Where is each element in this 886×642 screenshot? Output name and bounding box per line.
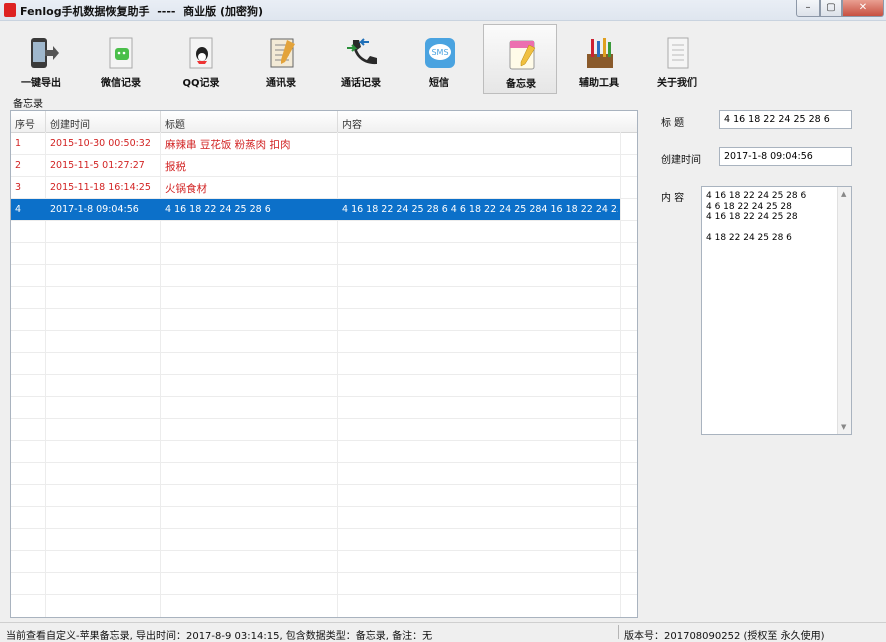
edition-label: 商业版 (加密狗) bbox=[183, 5, 264, 18]
row-created: 2015-11-18 16:14:25 bbox=[50, 182, 151, 193]
detail-created-label: 创建时间 bbox=[661, 155, 701, 166]
row-created: 2017-1-8 09:04:56 bbox=[50, 204, 139, 215]
tool-sms[interactable]: SMS 短信 bbox=[402, 24, 476, 94]
row-index: 2 bbox=[15, 160, 22, 171]
column-header-created[interactable]: 创建时间 bbox=[50, 116, 90, 131]
tool-wechat-label: 微信记录 bbox=[101, 78, 141, 89]
document-icon bbox=[667, 37, 689, 69]
tool-export-label: 一键导出 bbox=[21, 78, 61, 89]
table-row[interactable]: 2 2015-11-5 01:27:27 报税 bbox=[11, 155, 620, 176]
tool-about[interactable]: 关于我们 bbox=[640, 24, 714, 94]
tool-notes-label: 备忘录 bbox=[506, 79, 536, 90]
row-content: 4 16 18 22 24 25 28 6 4 6 18 22 24 25 28… bbox=[342, 204, 618, 215]
qq-file-icon bbox=[189, 37, 213, 69]
table-row[interactable]: 1 2015-10-30 00:50:32 麻辣串 豆花饭 粉蒸肉 扣肉 bbox=[11, 133, 620, 154]
app-name: Fenlog手机数据恢复助手 bbox=[20, 5, 150, 18]
detail-content-field[interactable]: 4 16 18 22 24 25 28 6 4 6 18 22 24 25 28… bbox=[701, 186, 852, 435]
detail-title-label: 标 题 bbox=[661, 118, 685, 129]
tool-contacts[interactable]: 通讯录 bbox=[244, 24, 318, 94]
table-row-selected[interactable]: 4 2017-1-8 09:04:56 4 16 18 22 24 25 28 … bbox=[11, 199, 620, 220]
tools-icon bbox=[587, 38, 613, 68]
tool-qq-label: QQ记录 bbox=[182, 78, 220, 89]
row-index: 4 bbox=[15, 204, 22, 215]
status-bar: 当前查看自定义-苹果备忘录, 导出时间：2017-8-9 03:14:15, 包… bbox=[0, 622, 886, 642]
detail-created-field[interactable]: 2017-1-8 09:04:56 bbox=[719, 147, 852, 166]
maximize-button[interactable]: ▢ bbox=[820, 0, 842, 17]
tool-sms-label: 短信 bbox=[429, 78, 449, 89]
minimize-button[interactable]: – bbox=[796, 0, 820, 17]
tool-about-label: 关于我们 bbox=[657, 78, 697, 89]
app-logo-icon bbox=[4, 3, 16, 17]
notes-list[interactable]: 序号 创建时间 标题 内容 1 2015-10-30 00:50:32 麻辣串 … bbox=[10, 110, 638, 618]
tool-contacts-label: 通讯录 bbox=[266, 78, 296, 89]
row-created: 2015-11-5 01:27:27 bbox=[50, 160, 145, 171]
svg-text:SMS: SMS bbox=[431, 48, 448, 57]
window-title: Fenlog手机数据恢复助手 ---- 商业版 (加密狗) bbox=[20, 3, 263, 19]
row-title: 4 16 18 22 24 25 28 6 bbox=[165, 204, 271, 215]
column-header-index[interactable]: 序号 bbox=[15, 116, 35, 131]
table-row[interactable]: 3 2015-11-18 16:14:25 火锅食材 bbox=[11, 177, 620, 198]
detail-title-field[interactable]: 4 16 18 22 24 25 28 6 bbox=[719, 110, 852, 129]
tool-utilities-label: 辅助工具 bbox=[579, 78, 619, 89]
tool-wechat[interactable]: 微信记录 bbox=[84, 24, 158, 94]
section-label: 备忘录 bbox=[13, 99, 43, 110]
column-header-title[interactable]: 标题 bbox=[165, 116, 185, 131]
row-title: 麻辣串 豆花饭 粉蒸肉 扣肉 bbox=[165, 139, 291, 151]
tool-export[interactable]: 一键导出 bbox=[4, 24, 78, 94]
scroll-down-icon[interactable]: ▼ bbox=[841, 423, 846, 431]
tool-utilities[interactable]: 辅助工具 bbox=[562, 24, 636, 94]
row-index: 3 bbox=[15, 182, 22, 193]
wechat-file-icon bbox=[109, 37, 133, 69]
column-header-content[interactable]: 内容 bbox=[342, 116, 362, 131]
title-separator: ---- bbox=[157, 5, 176, 18]
row-index: 1 bbox=[15, 138, 22, 149]
tool-notes[interactable]: 备忘录 bbox=[483, 24, 557, 94]
title-bar: Fenlog手机数据恢复助手 ---- 商业版 (加密狗) – ▢ ✕ bbox=[0, 0, 886, 21]
row-created: 2015-10-30 00:50:32 bbox=[50, 138, 151, 149]
row-title: 火锅食材 bbox=[165, 183, 207, 195]
sms-icon: SMS bbox=[425, 38, 455, 68]
scroll-up-icon[interactable]: ▲ bbox=[841, 190, 846, 198]
row-title: 报税 bbox=[165, 161, 186, 173]
detail-content-label: 内 容 bbox=[661, 193, 685, 204]
tool-qq[interactable]: QQ记录 bbox=[164, 24, 238, 94]
close-button[interactable]: ✕ bbox=[842, 0, 884, 17]
phone-export-icon bbox=[31, 38, 59, 68]
contacts-book-icon bbox=[270, 38, 295, 68]
content-scrollbar[interactable]: ▲ ▼ bbox=[837, 187, 851, 434]
phone-call-icon bbox=[347, 38, 377, 65]
tool-call-log-label: 通话记录 bbox=[341, 78, 381, 89]
list-header: 序号 创建时间 标题 内容 bbox=[11, 111, 637, 133]
notepad-icon bbox=[509, 40, 536, 70]
status-divider bbox=[618, 625, 619, 639]
detail-content-text: 4 16 18 22 24 25 28 6 4 6 18 22 24 25 28… bbox=[706, 191, 807, 243]
tool-call-log[interactable]: 通话记录 bbox=[324, 24, 398, 94]
main-toolbar: 一键导出 微信记录 QQ记录 通讯录 通话记录 SMS 短信 备忘录 辅助工具 … bbox=[0, 20, 886, 94]
